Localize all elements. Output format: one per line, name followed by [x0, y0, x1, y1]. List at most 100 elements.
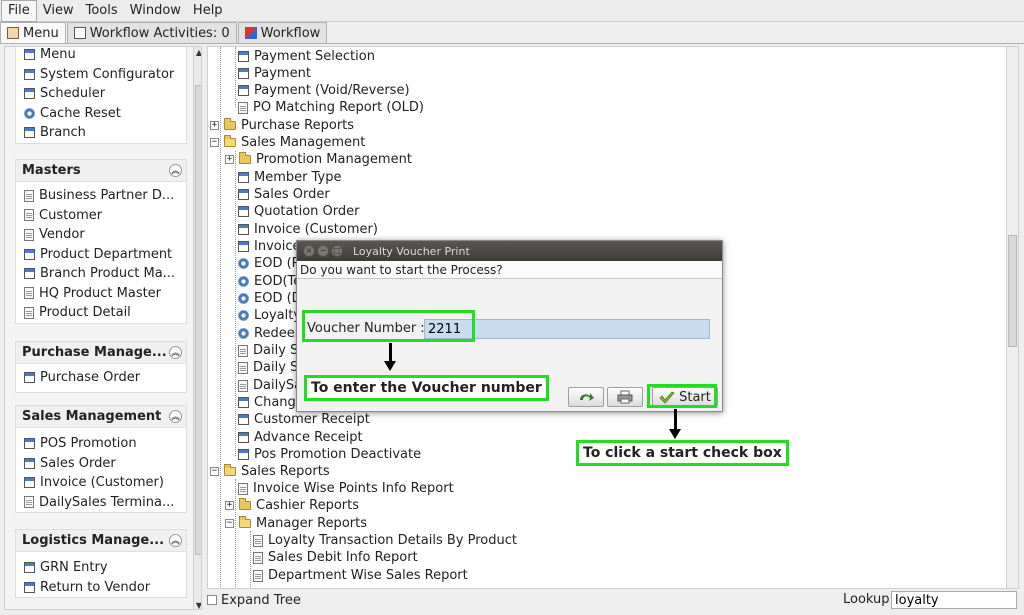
left-item-menu[interactable]: Menu	[16, 47, 186, 65]
left-item-branch[interactable]: Branch	[16, 123, 186, 143]
tree-item-invoice-customer[interactable]: Invoice (Customer)	[238, 221, 378, 238]
menu-tools[interactable]: Tools	[80, 1, 124, 21]
tree-folder-promotion-management[interactable]: + Promotion Management	[225, 151, 412, 168]
tree-item-sales-debit-info[interactable]: Sales Debit Info Report	[253, 549, 418, 566]
tree-item-daily-s-1[interactable]: Daily S	[238, 342, 298, 359]
menu-file[interactable]: File	[1, 0, 37, 22]
tree-item-advance-receipt[interactable]: Advance Receipt	[238, 429, 363, 446]
tree-item-eod-te[interactable]: EOD(Te	[238, 273, 301, 290]
tree-item-eod-d[interactable]: EOD (D	[238, 290, 302, 307]
tree-guide-line	[235, 479, 236, 588]
window-icon	[238, 206, 249, 217]
left-item-purchase-order[interactable]: Purchase Order	[16, 368, 186, 388]
menu-help[interactable]: Help	[187, 1, 229, 21]
tree-item-eod-p[interactable]: EOD (P	[238, 255, 300, 272]
voucher-number-highlight	[302, 310, 475, 342]
tree-item-customer-receipt[interactable]: Customer Receipt	[238, 411, 370, 428]
ok-button[interactable]	[568, 387, 604, 407]
print-button[interactable]	[607, 387, 643, 407]
window-icon	[238, 397, 249, 408]
minimize-icon[interactable]: −	[317, 245, 329, 257]
left-item-business-partner[interactable]: Business Partner D...	[16, 186, 186, 206]
collapse-icon[interactable]: −	[225, 519, 234, 528]
tree-item-loyalty-transaction[interactable]: Loyalty Transaction Details By Product	[253, 532, 517, 549]
left-scrollbar[interactable]: ▲ ▼	[193, 47, 201, 609]
tree-folder-manager-reports[interactable]: − Manager Reports	[225, 515, 367, 532]
left-item-vendor[interactable]: Vendor	[16, 225, 186, 245]
expand-icon[interactable]: +	[225, 501, 234, 510]
tree-item-dailysa[interactable]: DailySa	[238, 377, 302, 394]
tab-workflow-activities[interactable]: Workflow Activities: 0	[66, 22, 237, 43]
process-gear-icon	[238, 328, 249, 339]
tree-item-quotation-order[interactable]: Quotation Order	[238, 203, 359, 220]
left-item-product-department[interactable]: Product Department	[16, 245, 186, 265]
menu-view[interactable]: View	[37, 1, 80, 21]
left-item-customer[interactable]: Customer	[16, 206, 186, 226]
group-header-masters[interactable]: Masters ︽	[16, 160, 186, 182]
tree-item-member-type[interactable]: Member Type	[238, 169, 341, 186]
left-item-dailysales-terminal[interactable]: DailySales Termina...	[16, 493, 186, 513]
tree-item-daily-s-2[interactable]: Daily S	[238, 359, 298, 376]
window-icon	[24, 88, 35, 100]
window-icon	[24, 581, 35, 593]
tree-item-loyalty[interactable]: Loyalty	[238, 307, 301, 324]
folder-open-icon	[224, 135, 236, 147]
window-icon	[24, 562, 35, 574]
window-icon	[73, 27, 86, 39]
left-item-hq-product-master[interactable]: HQ Product Master	[16, 284, 186, 304]
window-icon	[24, 457, 35, 469]
arrow-to-start-note	[669, 409, 681, 439]
tree-scrollbar-thumb[interactable]	[1008, 235, 1017, 347]
tree-item-department-wise-sales[interactable]: Department Wise Sales Report	[253, 567, 468, 584]
expand-icon[interactable]: +	[225, 155, 234, 164]
tree-item-change[interactable]: Change	[238, 394, 304, 411]
left-scrollbar-thumb[interactable]	[195, 85, 201, 555]
left-item-system-configurator[interactable]: System Configurator	[16, 65, 186, 85]
expand-tree-checkbox[interactable]	[207, 595, 217, 605]
tree-item-invoice[interactable]: Invoice	[238, 238, 300, 255]
left-item-sales-order[interactable]: Sales Order	[16, 454, 186, 474]
tree-folder-cashier-reports[interactable]: + Cashier Reports	[225, 497, 359, 514]
left-item-invoice-customer[interactable]: Invoice (Customer)	[16, 473, 186, 493]
tree-item-pos-promotion-deactivate[interactable]: Pos Promotion Deactivate	[238, 446, 421, 463]
tree-item-sales-order[interactable]: Sales Order	[238, 186, 330, 203]
left-item-cache-reset[interactable]: Cache Reset	[16, 104, 186, 124]
scroll-down-icon[interactable]: ▼	[194, 601, 201, 609]
window-icon	[24, 477, 35, 489]
menu-window[interactable]: Window	[124, 1, 187, 21]
left-item-return-to-vendor[interactable]: Return to Vendor	[16, 578, 186, 598]
lookup-input[interactable]	[891, 591, 1017, 609]
tree-item-po-matching[interactable]: PO Matching Report (OLD)	[238, 99, 424, 116]
tree-item-payment[interactable]: Payment	[238, 65, 311, 82]
collapse-icon[interactable]: ︽	[169, 534, 182, 547]
left-item-pos-promotion[interactable]: POS Promotion	[16, 434, 186, 454]
left-item-grn-entry[interactable]: GRN Entry	[16, 558, 186, 578]
close-icon[interactable]: ×	[303, 245, 315, 257]
collapse-icon[interactable]: ︽	[169, 164, 182, 177]
collapse-icon[interactable]: −	[210, 467, 219, 476]
maximize-icon[interactable]: □	[331, 245, 343, 257]
menu-group-logistics: Logistics Manage... ︽ GRN Entry Return to…	[15, 529, 187, 598]
collapse-icon[interactable]: ︽	[169, 410, 182, 423]
collapse-icon[interactable]: −	[210, 138, 219, 147]
left-item-branch-product[interactable]: Branch Product Ma...	[16, 264, 186, 284]
tab-workflow[interactable]: Workflow	[237, 22, 328, 43]
left-item-product-detail[interactable]: Product Detail	[16, 303, 186, 323]
tree-item-invoice-wise-points[interactable]: Invoice Wise Points Info Report	[238, 480, 454, 497]
tree-scrollbar[interactable]	[1006, 47, 1018, 588]
annotation-enter-voucher: To enter the Voucher number	[304, 375, 549, 401]
group-header-sales[interactable]: Sales Management ︽	[16, 406, 186, 428]
tree-folder-sales-management[interactable]: − Sales Management	[210, 134, 365, 151]
tree-item-payment-void[interactable]: Payment (Void/Reverse)	[238, 82, 410, 99]
expand-icon[interactable]: +	[210, 121, 219, 130]
tab-menu[interactable]: Menu	[0, 22, 66, 43]
report-icon	[253, 569, 263, 582]
tree-item-payment-selection[interactable]: Payment Selection	[238, 48, 375, 65]
group-header-purchase[interactable]: Purchase Manage... ︽	[16, 342, 186, 364]
tree-folder-purchase-reports[interactable]: + Purchase Reports	[210, 117, 354, 134]
collapse-icon[interactable]: ︽	[169, 346, 182, 359]
tree-folder-sales-reports[interactable]: − Sales Reports	[210, 463, 330, 480]
group-header-logistics[interactable]: Logistics Manage... ︽	[16, 530, 186, 552]
scroll-up-icon[interactable]: ▲	[194, 48, 201, 57]
left-item-scheduler[interactable]: Scheduler	[16, 84, 186, 104]
